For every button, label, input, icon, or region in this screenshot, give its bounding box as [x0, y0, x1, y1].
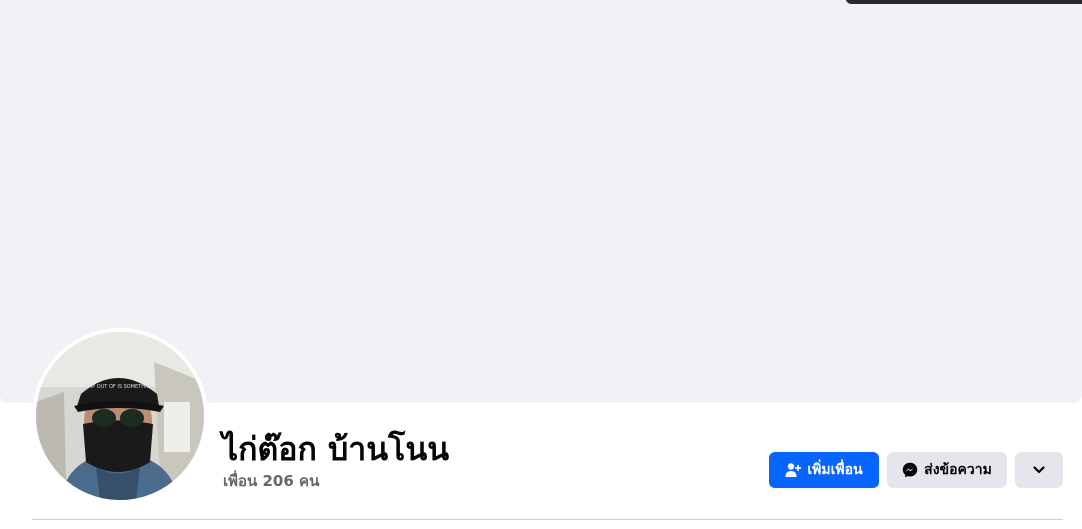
svg-text:CRAP OUT OF IS SOMETHING: CRAP OUT OF IS SOMETHING — [82, 384, 154, 390]
message-button[interactable]: ส่งข้อความ — [887, 452, 1007, 488]
add-friend-label: เพิ่มเพื่อน — [807, 462, 863, 478]
top-overlay-bar — [846, 0, 1082, 4]
add-friend-icon — [785, 462, 802, 478]
add-friend-button[interactable]: เพิ่มเพื่อน — [769, 452, 879, 488]
messenger-icon — [902, 462, 918, 478]
profile-name: ไก่ต๊อก บ้านโนน — [222, 430, 450, 468]
message-label: ส่งข้อความ — [924, 462, 992, 478]
more-options-button[interactable] — [1015, 452, 1063, 488]
avatar[interactable]: CRAP OUT OF IS SOMETHING — [36, 332, 204, 500]
friend-count[interactable]: เพื่อน 206 คน — [223, 469, 319, 493]
profile-divider — [32, 519, 1063, 520]
chevron-down-icon — [1033, 466, 1045, 474]
avatar-photo: CRAP OUT OF IS SOMETHING — [36, 332, 204, 500]
